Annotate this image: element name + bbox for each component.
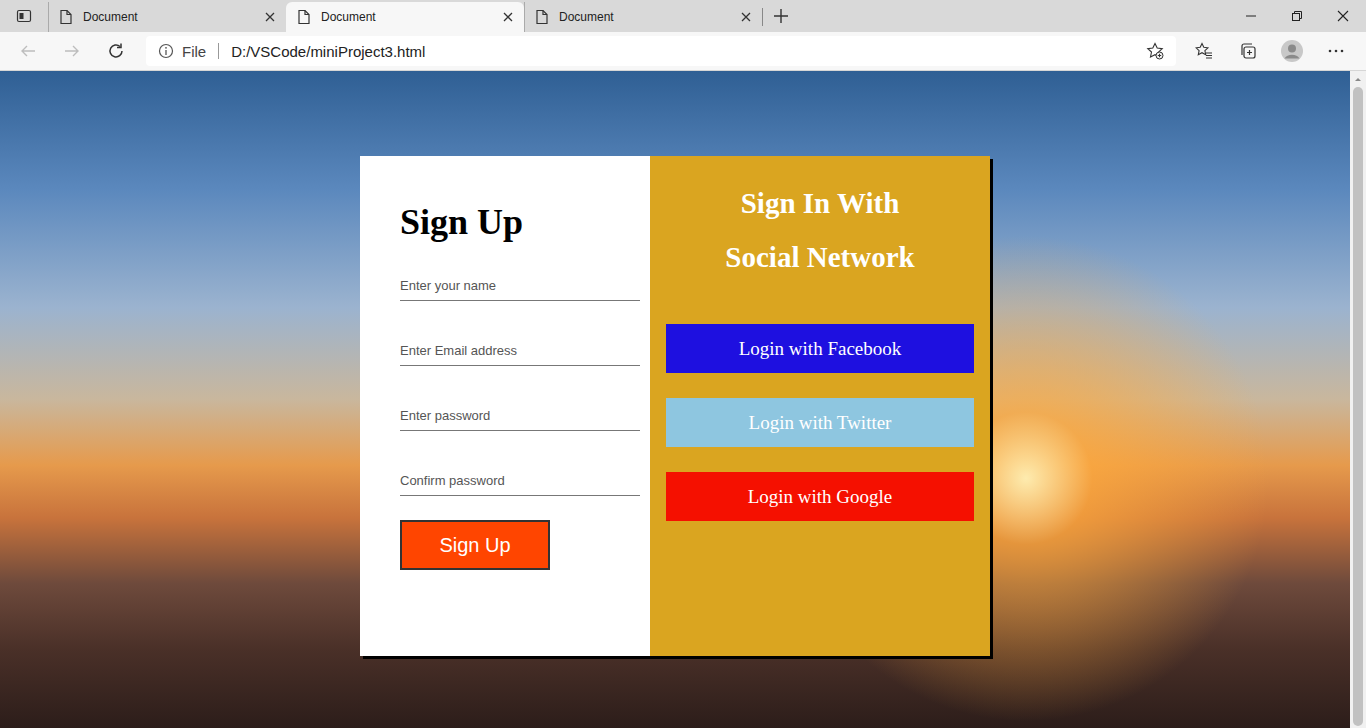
favorites-button[interactable] (1184, 35, 1224, 67)
tab-actions-button[interactable] (0, 0, 48, 32)
social-panel: Sign In WithSocial Network Login with Fac… (650, 156, 990, 656)
signup-input[interactable] (400, 401, 640, 431)
signup-title: Sign Up (400, 201, 640, 244)
social-login-button[interactable]: Login with Google (666, 472, 974, 521)
tab-label: Document (559, 10, 730, 24)
browser-tab[interactable]: Document (48, 2, 286, 32)
toolbar: File D:/VSCode/miniProject3.html (0, 32, 1366, 71)
address-divider (218, 43, 219, 59)
signup-input[interactable] (400, 271, 640, 301)
social-buttons: Login with Facebook Login with Twitter Log… (666, 324, 974, 521)
plus-icon (773, 8, 789, 24)
profile-button[interactable] (1272, 35, 1312, 67)
close-tab-icon[interactable] (502, 11, 514, 23)
info-icon[interactable] (158, 43, 174, 59)
document-icon (535, 9, 549, 25)
back-arrow-icon (19, 42, 37, 60)
page-background-photo: Sign UpSign UpSign In WithSocial Network… (0, 71, 1350, 728)
refresh-button[interactable] (96, 35, 136, 67)
tab-actions-icon (16, 8, 32, 24)
address-bar[interactable]: File D:/VSCode/miniProject3.html (146, 36, 1176, 66)
collections-button[interactable] (1228, 35, 1268, 67)
address-url[interactable]: D:/VSCode/miniProject3.html (231, 43, 425, 60)
signup-card: Sign UpSign UpSign In WithSocial Network… (360, 156, 990, 656)
new-tab-button[interactable] (763, 0, 799, 32)
close-window-button[interactable] (1320, 0, 1366, 32)
social-login-button[interactable]: Login with Facebook (666, 324, 974, 373)
signup-button[interactable]: Sign Up (400, 520, 550, 570)
signup-form (400, 271, 640, 496)
restore-icon (1291, 10, 1303, 22)
favorites-icon (1195, 42, 1213, 60)
social-login-button[interactable]: Login with Twitter (666, 398, 974, 447)
add-favorite-icon[interactable] (1146, 42, 1164, 60)
page-viewport: Sign UpSign UpSign In WithSocial Network… (0, 71, 1366, 728)
signup-panel: Sign Up Sign Up (360, 156, 650, 656)
social-title: Sign In WithSocial Network (666, 176, 974, 284)
tab-label: Document (83, 10, 254, 24)
signup-input[interactable] (400, 466, 640, 496)
close-tab-icon[interactable] (740, 11, 752, 23)
close-tab-icon[interactable] (264, 11, 276, 23)
document-icon (297, 9, 311, 25)
forward-arrow-icon (63, 42, 81, 60)
browser-window: Document Document Document File D:/VSCode/mi… (0, 0, 1366, 728)
scrollbar[interactable] (1350, 71, 1366, 728)
tab-strip: Document Document Document (0, 0, 1366, 32)
minimize-icon (1245, 10, 1257, 22)
scrollbar-thumb[interactable] (1353, 87, 1363, 726)
collections-icon (1239, 42, 1257, 60)
restore-button[interactable] (1274, 0, 1320, 32)
minimize-button[interactable] (1228, 0, 1274, 32)
browser-tab[interactable]: Document (524, 2, 762, 32)
address-scheme: File (182, 43, 206, 60)
social-title-line: Sign In With (666, 176, 974, 230)
social-title-line: Social Network (666, 230, 974, 284)
more-dots-icon (1327, 42, 1345, 60)
close-icon (1337, 10, 1349, 22)
refresh-icon (107, 42, 125, 60)
tab-separator (762, 8, 763, 26)
browser-tab[interactable]: Document (286, 2, 524, 32)
more-button[interactable] (1316, 35, 1356, 67)
tab-label: Document (321, 10, 492, 24)
forward-button[interactable] (52, 35, 92, 67)
back-button[interactable] (8, 35, 48, 67)
scroll-up-icon[interactable] (1350, 71, 1366, 87)
signup-input[interactable] (400, 336, 640, 366)
document-icon (59, 9, 73, 25)
profile-avatar-icon (1280, 39, 1304, 63)
